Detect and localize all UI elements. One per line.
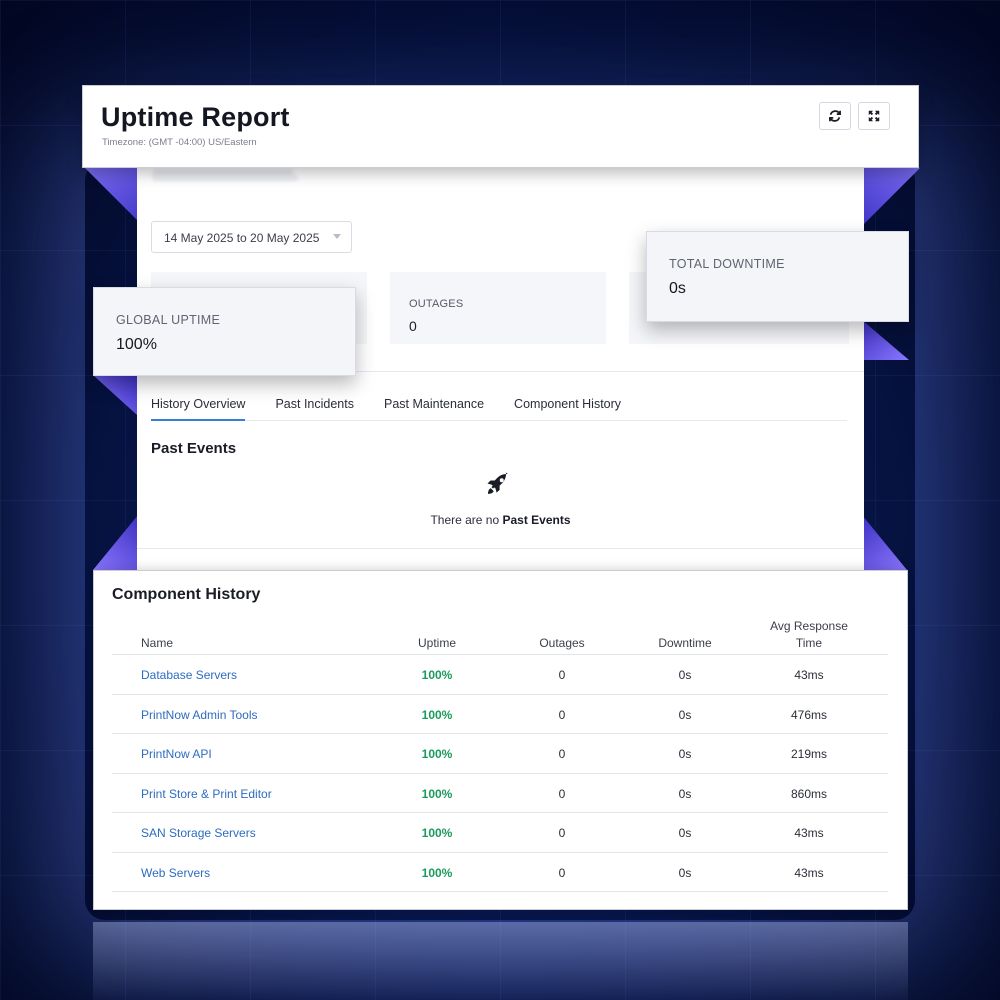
uptime-cell: 100% <box>421 747 453 761</box>
downtime-cell: 0s <box>678 826 692 840</box>
empty-state-prefix: There are no <box>430 513 500 527</box>
downtime-cell: 0s <box>678 747 692 761</box>
outages-card: OUTAGES 0 <box>390 272 606 344</box>
component-link[interactable]: Web Servers <box>141 866 210 880</box>
uptime-cell: 100% <box>421 707 453 722</box>
outages-cell: 0 <box>558 826 566 840</box>
outages-cell: 0 <box>558 747 566 761</box>
column-header-downtime: Downtime <box>658 636 712 650</box>
outages-label: OUTAGES <box>409 298 464 310</box>
outages-cell: 0 <box>558 707 566 722</box>
component-history-title: Component History <box>112 586 261 603</box>
table-row: Print Store & Print Editor 100% 0 0s 860… <box>112 774 888 813</box>
avg-response-cell: 43ms <box>794 826 824 840</box>
outages-cell: 0 <box>558 865 566 880</box>
tab-component-history[interactable]: Component History <box>514 397 621 420</box>
table-row: PrintNow API 100% 0 0s 219ms <box>112 734 888 774</box>
uptime-cell: 100% <box>421 786 453 801</box>
past-events-title: Past Events <box>151 440 237 457</box>
empty-state-message: There are no Past Events <box>137 513 864 527</box>
column-header-outages: Outages <box>539 636 585 650</box>
outages-cell: 0 <box>558 668 566 682</box>
avg-response-cell: 219ms <box>790 747 828 761</box>
downtime-cell: 0s <box>678 786 692 801</box>
page-title: Uptime Report <box>101 102 290 132</box>
uptime-cell: 100% <box>421 826 453 840</box>
blurred-subtitle <box>153 175 298 181</box>
component-link[interactable]: Database Servers <box>141 668 237 682</box>
timezone-label: Timezone: (GMT -04:00) US/Eastern <box>102 137 257 148</box>
refresh-button[interactable] <box>819 102 851 130</box>
empty-state-emphasis: Past Events <box>502 513 571 527</box>
uptime-cell: 100% <box>421 865 453 880</box>
avg-response-header-line2: Time <box>795 636 823 650</box>
tab-past-incidents[interactable]: Past Incidents <box>275 397 354 420</box>
component-link[interactable]: PrintNow API <box>141 747 212 761</box>
component-link[interactable]: PrintNow Admin Tools <box>141 708 258 722</box>
avg-response-cell: 43ms <box>794 865 824 880</box>
date-range-select[interactable]: 14 May 2025 to 20 May 2025 <box>151 221 352 253</box>
report-header: Uptime Report Timezone: (GMT -04:00) US/… <box>82 85 919 168</box>
outages-value: 0 <box>409 318 417 334</box>
expand-icon <box>868 110 880 122</box>
table-row: Database Servers 100% 0 0s 43ms <box>112 655 888 695</box>
table-row: PrintNow Admin Tools 100% 0 0s 476ms <box>112 695 888 734</box>
component-history-panel: Component History Name Uptime Outages Do… <box>93 570 908 910</box>
component-history-table: Name Uptime Outages Downtime Avg Respons… <box>112 617 888 892</box>
report-tabs: History Overview Past Incidents Past Mai… <box>151 397 847 421</box>
component-link[interactable]: SAN Storage Servers <box>141 826 256 840</box>
panel-reflection <box>93 922 908 1000</box>
total-downtime-card: TOTAL DOWNTIME 0s <box>646 231 909 322</box>
table-header: Name Uptime Outages Downtime Avg Respons… <box>112 617 888 655</box>
outages-cell: 0 <box>558 786 566 801</box>
downtime-cell: 0s <box>678 865 692 880</box>
uptime-cell: 100% <box>421 668 453 682</box>
avg-response-header-line1: Avg Response <box>770 619 848 633</box>
divider <box>137 548 864 549</box>
column-header-uptime: Uptime <box>417 636 456 650</box>
avg-response-cell: 860ms <box>790 786 828 801</box>
chevron-down-icon <box>333 234 341 239</box>
table-row: SAN Storage Servers 100% 0 0s 43ms <box>112 813 888 853</box>
tab-past-maintenance[interactable]: Past Maintenance <box>384 397 484 420</box>
table-row: Web Servers 100% 0 0s 43ms <box>112 853 888 892</box>
avg-response-cell: 43ms <box>794 668 824 682</box>
global-uptime-value: 100% <box>116 336 157 353</box>
expand-button[interactable] <box>858 102 890 130</box>
downtime-cell: 0s <box>678 668 692 682</box>
avg-response-cell: 476ms <box>790 707 828 722</box>
total-downtime-value: 0s <box>669 280 686 297</box>
global-uptime-card: GLOBAL UPTIME 100% <box>93 287 356 376</box>
component-link[interactable]: Print Store & Print Editor <box>141 787 272 801</box>
date-range-value: 14 May 2025 to 20 May 2025 <box>164 231 320 245</box>
downtime-cell: 0s <box>678 707 692 722</box>
column-header-avg-response: Avg Response Time <box>754 618 864 652</box>
rocket-icon <box>487 472 508 494</box>
column-header-name: Name <box>141 636 174 650</box>
tab-history-overview[interactable]: History Overview <box>151 397 246 421</box>
global-uptime-label: GLOBAL UPTIME <box>116 313 221 327</box>
total-downtime-label: TOTAL DOWNTIME <box>669 257 785 271</box>
refresh-icon <box>829 110 841 122</box>
